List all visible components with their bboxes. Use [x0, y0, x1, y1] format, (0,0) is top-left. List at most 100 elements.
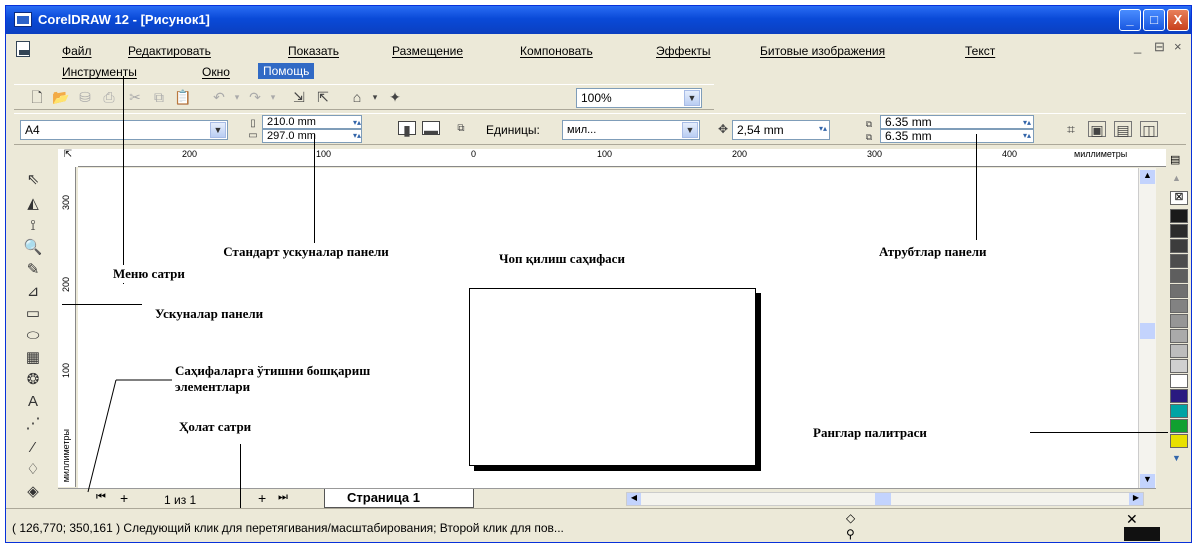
horizontal-ruler[interactable]: 200 100 0 100 200 300 400 миллиметры [78, 149, 1173, 167]
add-page-after-icon[interactable]: + [258, 490, 266, 506]
duplicate-y-field[interactable]: 6.35 mm [880, 129, 1034, 143]
menu-effects[interactable]: Эффекты [656, 44, 711, 58]
outline-tool-icon[interactable]: ♢ [20, 460, 46, 480]
print-page[interactable] [469, 288, 756, 466]
all-pages-icon[interactable]: ⧉ [452, 121, 470, 137]
mdi-minimize-button[interactable]: _ [1134, 39, 1141, 54]
save-icon[interactable]: ⛁ [76, 89, 94, 105]
redo-icon[interactable]: ↷ [246, 89, 264, 105]
zoom-tool-icon[interactable]: 🔍 [20, 238, 46, 258]
page-height-field[interactable]: 297.0 mm [262, 129, 362, 143]
color-swatch[interactable] [1170, 314, 1188, 328]
menu-view[interactable]: Показать [288, 44, 339, 58]
color-swatch[interactable] [1170, 389, 1188, 403]
new-icon[interactable]: 🗋 [28, 89, 46, 105]
units-select[interactable]: мил... [562, 120, 700, 140]
color-swatch[interactable] [1170, 404, 1188, 418]
close-button[interactable]: X [1167, 9, 1189, 31]
menu-tools[interactable]: Инструменты [62, 65, 137, 79]
ellipse-tool-icon[interactable]: ⬭ [20, 326, 46, 346]
h-scroll-thumb[interactable] [875, 493, 891, 505]
vertical-ruler[interactable]: 300 200 100 миллиметры [58, 167, 76, 487]
duplicate-x-field[interactable]: 6.35 mm [880, 115, 1034, 129]
menu-bitmaps[interactable]: Битовые изображения [760, 44, 885, 58]
color-swatch[interactable] [1170, 374, 1188, 388]
color-swatch[interactable] [1170, 239, 1188, 253]
horizontal-scrollbar[interactable]: ◀ ▶ [626, 492, 1144, 506]
landscape-icon[interactable]: ▬ [422, 121, 440, 138]
palette-options-icon[interactable]: ▤ [1170, 153, 1180, 166]
scroll-down-icon[interactable]: ▼ [1140, 474, 1155, 488]
scroll-left-icon[interactable]: ◀ [627, 493, 641, 505]
zoom-dropdown-icon[interactable]: ▼ [684, 90, 700, 106]
paste-icon[interactable]: 📋 [174, 89, 192, 105]
application-launcher-icon[interactable]: ⌂ [348, 89, 366, 105]
color-swatch[interactable] [1170, 299, 1188, 313]
interactive-blend-icon[interactable]: ⋰ [20, 414, 46, 434]
fill-tool-icon[interactable]: ◈ [20, 482, 46, 502]
color-swatch[interactable] [1170, 329, 1188, 343]
eyedropper-icon[interactable]: ⁄ [20, 438, 46, 458]
scroll-right-icon[interactable]: ▶ [1129, 493, 1143, 505]
basic-shapes-icon[interactable]: ❂ [20, 370, 46, 390]
print-icon[interactable]: ⎙ [100, 89, 118, 105]
text-tool-icon[interactable]: A [20, 392, 46, 412]
minimize-button[interactable]: _ [1119, 9, 1141, 31]
title-bar[interactable]: CorelDRAW 12 - [Рисунок1] _ □ X [6, 6, 1191, 34]
vertical-scrollbar[interactable]: ▲ ▼ [1138, 168, 1156, 490]
rectangle-tool-icon[interactable]: ▭ [20, 304, 46, 324]
grid-icon[interactable]: ⌗ [1062, 121, 1080, 137]
page-width-field[interactable]: 210.0 mm [262, 115, 362, 129]
menu-window[interactable]: Окно [202, 65, 230, 79]
color-swatch[interactable] [1170, 434, 1188, 448]
color-swatch[interactable] [1170, 269, 1188, 283]
mdi-restore-button[interactable]: ⊟ [1154, 39, 1165, 55]
draw-object-icon[interactable]: ▤ [1114, 121, 1132, 138]
ruler-origin-icon[interactable]: ⇱ [58, 149, 78, 167]
menu-arrange[interactable]: Размещение [392, 44, 463, 58]
color-swatch[interactable] [1170, 419, 1188, 433]
undo-icon[interactable]: ↶ [210, 89, 228, 105]
open-icon[interactable]: 📂 [52, 89, 70, 105]
no-fill-swatch[interactable]: ⊠ [1170, 191, 1188, 205]
copy-icon[interactable]: ⧉ [150, 89, 168, 105]
last-page-icon[interactable]: ⏭ [278, 491, 288, 504]
align-options-icon[interactable]: ◫ [1140, 121, 1158, 138]
tab-page-1[interactable]: Страница 1 [324, 489, 474, 508]
menu-file[interactable]: Файл [62, 44, 92, 58]
redo-dropdown-icon[interactable]: ▾ [264, 89, 282, 105]
polygon-tool-icon[interactable]: ▦ [20, 348, 46, 368]
scroll-thumb[interactable] [1140, 323, 1155, 339]
menu-text[interactable]: Текст [965, 44, 995, 58]
units-dropdown-icon[interactable]: ▼ [682, 122, 698, 138]
dup-y-spinner-icon[interactable]: ▾▴ [1018, 128, 1036, 144]
paper-size-select[interactable]: A4 [20, 120, 228, 140]
launcher-dropdown-icon[interactable]: ▾ [366, 89, 384, 105]
treat-as-filled-icon[interactable]: ▣ [1088, 121, 1106, 138]
freehand-tool-icon[interactable]: ✎ [20, 260, 46, 280]
smart-fill-icon[interactable]: ⊿ [20, 282, 46, 302]
corel-online-icon[interactable]: ✦ [386, 89, 404, 105]
color-swatch[interactable] [1170, 224, 1188, 238]
export-icon[interactable]: ⇱ [314, 89, 332, 105]
pick-tool-icon[interactable]: ⇖ [20, 170, 46, 190]
color-swatch[interactable] [1170, 209, 1188, 223]
crop-tool-icon[interactable]: ⟟ [20, 216, 46, 236]
color-swatch[interactable] [1170, 359, 1188, 373]
scroll-up-icon[interactable]: ▲ [1140, 170, 1155, 184]
color-swatch[interactable] [1170, 344, 1188, 358]
portrait-icon[interactable]: ▮ [398, 121, 416, 138]
undo-dropdown-icon[interactable]: ▾ [228, 89, 246, 105]
nudge-spinner-icon[interactable]: ▾▴ [814, 121, 832, 137]
color-swatch[interactable] [1170, 284, 1188, 298]
palette-scroll-up-icon[interactable]: ▲ [1172, 173, 1181, 183]
mdi-close-button[interactable]: × [1174, 39, 1182, 54]
coreldraw-app-icon[interactable] [14, 12, 32, 27]
menu-layout[interactable]: Компоновать [520, 44, 593, 58]
maximize-button[interactable]: □ [1143, 9, 1165, 31]
shape-tool-icon[interactable]: ◭ [20, 194, 46, 214]
height-spinner-icon[interactable]: ▾▴ [348, 128, 366, 144]
menu-help[interactable]: Помощь [258, 63, 315, 79]
paper-size-dropdown-icon[interactable]: ▼ [210, 122, 226, 138]
cut-icon[interactable]: ✂ [126, 89, 144, 105]
